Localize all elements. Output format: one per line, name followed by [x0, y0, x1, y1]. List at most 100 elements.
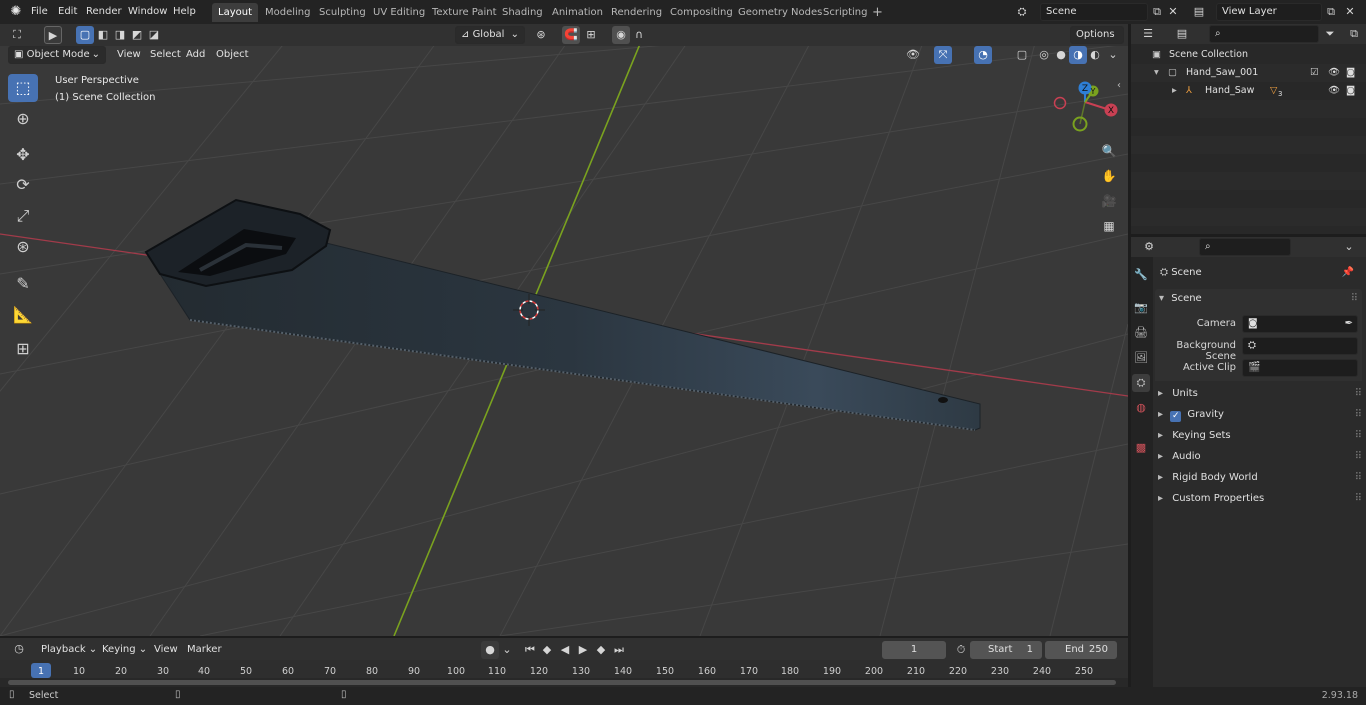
menu-add[interactable]: Add	[186, 46, 205, 64]
render-tab-icon[interactable]: 📷	[1132, 299, 1150, 317]
cursor-tool[interactable]: ⊕	[8, 105, 38, 133]
audio-panel-header[interactable]: ▸ Audio ⠿	[1158, 447, 1362, 467]
scene-browse-icon[interactable]: ⛭	[1013, 3, 1031, 21]
menu-playback[interactable]: Playback ⌄	[41, 641, 97, 659]
viewport-3d[interactable]: ⛶ ▶ ▢ ◧ ◨ ◩ ◪ ⊿ Global ⌄ ⊛ 🧲 ⊞ ◉ ∩ Option…	[0, 24, 1128, 636]
move-tool[interactable]: ✥	[8, 141, 38, 169]
menu-object[interactable]: Object	[216, 46, 249, 64]
eye-icon[interactable]: 👁	[1328, 64, 1340, 82]
tab-layout[interactable]: Layout	[212, 3, 258, 22]
tab-compositing[interactable]: Compositing	[664, 3, 739, 22]
scale-tool[interactable]: ⤢	[8, 202, 38, 230]
shading-material-icon[interactable]: ◑	[1069, 46, 1087, 64]
gravity-panel-header[interactable]: ▸ ✓ Gravity ⠿	[1158, 405, 1362, 425]
drag-handle-icon[interactable]: ⠿	[1351, 289, 1358, 309]
camera-field[interactable]: ◙ ✒	[1242, 315, 1358, 333]
outliner-item-collection[interactable]: ▾ ▢ Hand_Saw_001 ☑ 👁 ◙	[1134, 64, 1366, 82]
pivot-point-icon[interactable]: ⊛	[532, 26, 550, 44]
delete-view-layer-icon[interactable]: ✕	[1341, 3, 1359, 21]
menu-keying[interactable]: Keying ⌄	[102, 641, 147, 659]
expand-chevron-icon[interactable]: ▸	[1172, 82, 1177, 100]
snap-toggle-icon[interactable]: 🧲	[562, 26, 580, 44]
tab-scripting[interactable]: Scripting	[817, 3, 873, 22]
properties-editor-type-icon[interactable]: ⚙	[1140, 238, 1158, 256]
expand-chevron-icon[interactable]: ▾	[1154, 64, 1159, 82]
select-subtract-icon[interactable]: ◨	[111, 26, 129, 44]
transform-orientation-dropdown[interactable]: ⊿ Global ⌄	[455, 26, 525, 44]
visibility-filter-icon[interactable]: 👁	[904, 46, 922, 64]
jump-keyframe-next-icon[interactable]: ◆	[592, 641, 610, 659]
overlays-toggle-icon[interactable]: ◔	[974, 46, 992, 64]
tab-uv-editing[interactable]: UV Editing	[367, 3, 431, 22]
tool-tab-icon[interactable]: 🔧	[1132, 266, 1150, 284]
menu-help[interactable]: Help	[173, 3, 196, 21]
drag-handle-icon[interactable]: ⠿	[1355, 489, 1362, 509]
tab-geometry-nodes[interactable]: Geometry Nodes	[732, 3, 828, 22]
jump-keyframe-prev-icon[interactable]: ◆	[538, 641, 556, 659]
menu-marker[interactable]: Marker	[187, 641, 222, 659]
proportional-falloff-icon[interactable]: ∩	[630, 26, 648, 44]
menu-edit[interactable]: Edit	[58, 3, 77, 21]
add-cube-tool[interactable]: ⊞	[8, 335, 38, 363]
select-new-icon[interactable]: ▢	[76, 26, 94, 44]
proportional-edit-icon[interactable]: ◉	[612, 26, 630, 44]
menu-window[interactable]: Window	[128, 3, 167, 21]
scene-panel-header[interactable]: ▾ Scene ⠿	[1155, 289, 1362, 309]
menu-view[interactable]: View	[117, 46, 141, 64]
outliner-item-object[interactable]: ▸ ⅄ Hand_Saw ▽ 3 👁 ◙	[1134, 82, 1366, 100]
ortho-toggle-icon[interactable]: ▦	[1100, 217, 1118, 235]
menu-file[interactable]: File	[31, 3, 48, 21]
tab-sculpting[interactable]: Sculpting	[313, 3, 372, 22]
checkbox-icon[interactable]: ☑	[1310, 64, 1319, 82]
pin-icon[interactable]: 📌	[1342, 264, 1354, 282]
background-scene-field[interactable]: ⛭	[1242, 337, 1358, 355]
tab-texture-paint[interactable]: Texture Paint	[426, 3, 503, 22]
drag-handle-icon[interactable]: ⠿	[1355, 405, 1362, 425]
texture-tab-icon[interactable]: ▩	[1132, 439, 1150, 457]
auto-keying-icon[interactable]: ●	[481, 641, 499, 659]
delete-scene-icon[interactable]: ✕	[1164, 3, 1182, 21]
navigation-gizmo[interactable]: Z Y X	[1050, 80, 1120, 136]
zoom-icon[interactable]: 🔍	[1100, 142, 1118, 160]
camera-view-icon[interactable]: 🎥	[1100, 192, 1118, 210]
jump-end-icon[interactable]: ⏭	[610, 641, 628, 659]
view-layer-browse-icon[interactable]: ▤	[1190, 3, 1208, 21]
active-clip-field[interactable]: 🎬	[1242, 359, 1358, 377]
tab-modeling[interactable]: Modeling	[259, 3, 317, 22]
menu-select[interactable]: Select	[150, 46, 181, 64]
shading-solid-icon[interactable]: ●	[1052, 46, 1070, 64]
custom-properties-panel-header[interactable]: ▸ Custom Properties ⠿	[1158, 489, 1362, 509]
select-box-tool[interactable]: ⬚	[8, 74, 38, 102]
tab-animation[interactable]: Animation	[546, 3, 609, 22]
eyedropper-icon[interactable]: ✒	[1345, 316, 1353, 332]
keying-sets-panel-header[interactable]: ▸ Keying Sets ⠿	[1158, 426, 1362, 446]
drag-handle-icon[interactable]: ⠿	[1355, 447, 1362, 467]
outliner-scene-collection[interactable]: ▣ Scene Collection	[1134, 46, 1366, 64]
shading-options-chevron-icon[interactable]: ⌄	[1104, 46, 1122, 64]
start-frame-field[interactable]: Start 1	[970, 641, 1042, 659]
gravity-checkbox[interactable]: ✓	[1170, 411, 1182, 422]
current-frame-field[interactable]: 1	[882, 641, 946, 659]
timeline-editor-type-icon[interactable]: ◷	[10, 640, 28, 658]
outliner-search-input[interactable]: ⌕	[1209, 25, 1319, 43]
outliner-filter-icon[interactable]: ⏷	[1321, 25, 1339, 43]
blender-logo-icon[interactable]: ✺	[8, 4, 24, 20]
drag-handle-icon[interactable]: ⠿	[1355, 384, 1362, 404]
pan-hand-icon[interactable]: ✋	[1100, 167, 1118, 185]
keying-options-chevron-icon[interactable]: ⌄	[498, 641, 516, 659]
gizmo-toggle-icon[interactable]: ⤧	[934, 46, 952, 64]
select-intersect-icon[interactable]: ◪	[145, 26, 163, 44]
select-tool-mode-icon[interactable]: ▶	[44, 26, 62, 44]
properties-search-input[interactable]: ⌕	[1199, 238, 1291, 256]
camera-render-icon[interactable]: ◙	[1346, 82, 1355, 100]
timeline-scrollbar[interactable]	[8, 680, 1116, 685]
snap-target-icon[interactable]: ⊞	[582, 26, 600, 44]
shading-wireframe-icon[interactable]: ◎	[1035, 46, 1053, 64]
play-reverse-icon[interactable]: ◀	[556, 641, 574, 659]
end-frame-field[interactable]: End 250	[1045, 641, 1117, 659]
rotate-tool[interactable]: ⟳	[8, 171, 38, 199]
scene-name-field[interactable]: Scene	[1040, 3, 1148, 21]
properties-options-chevron-icon[interactable]: ⌄	[1340, 238, 1358, 256]
menu-timeline-view[interactable]: View	[154, 641, 178, 659]
outliner-display-mode-icon[interactable]: ▤	[1173, 25, 1191, 43]
